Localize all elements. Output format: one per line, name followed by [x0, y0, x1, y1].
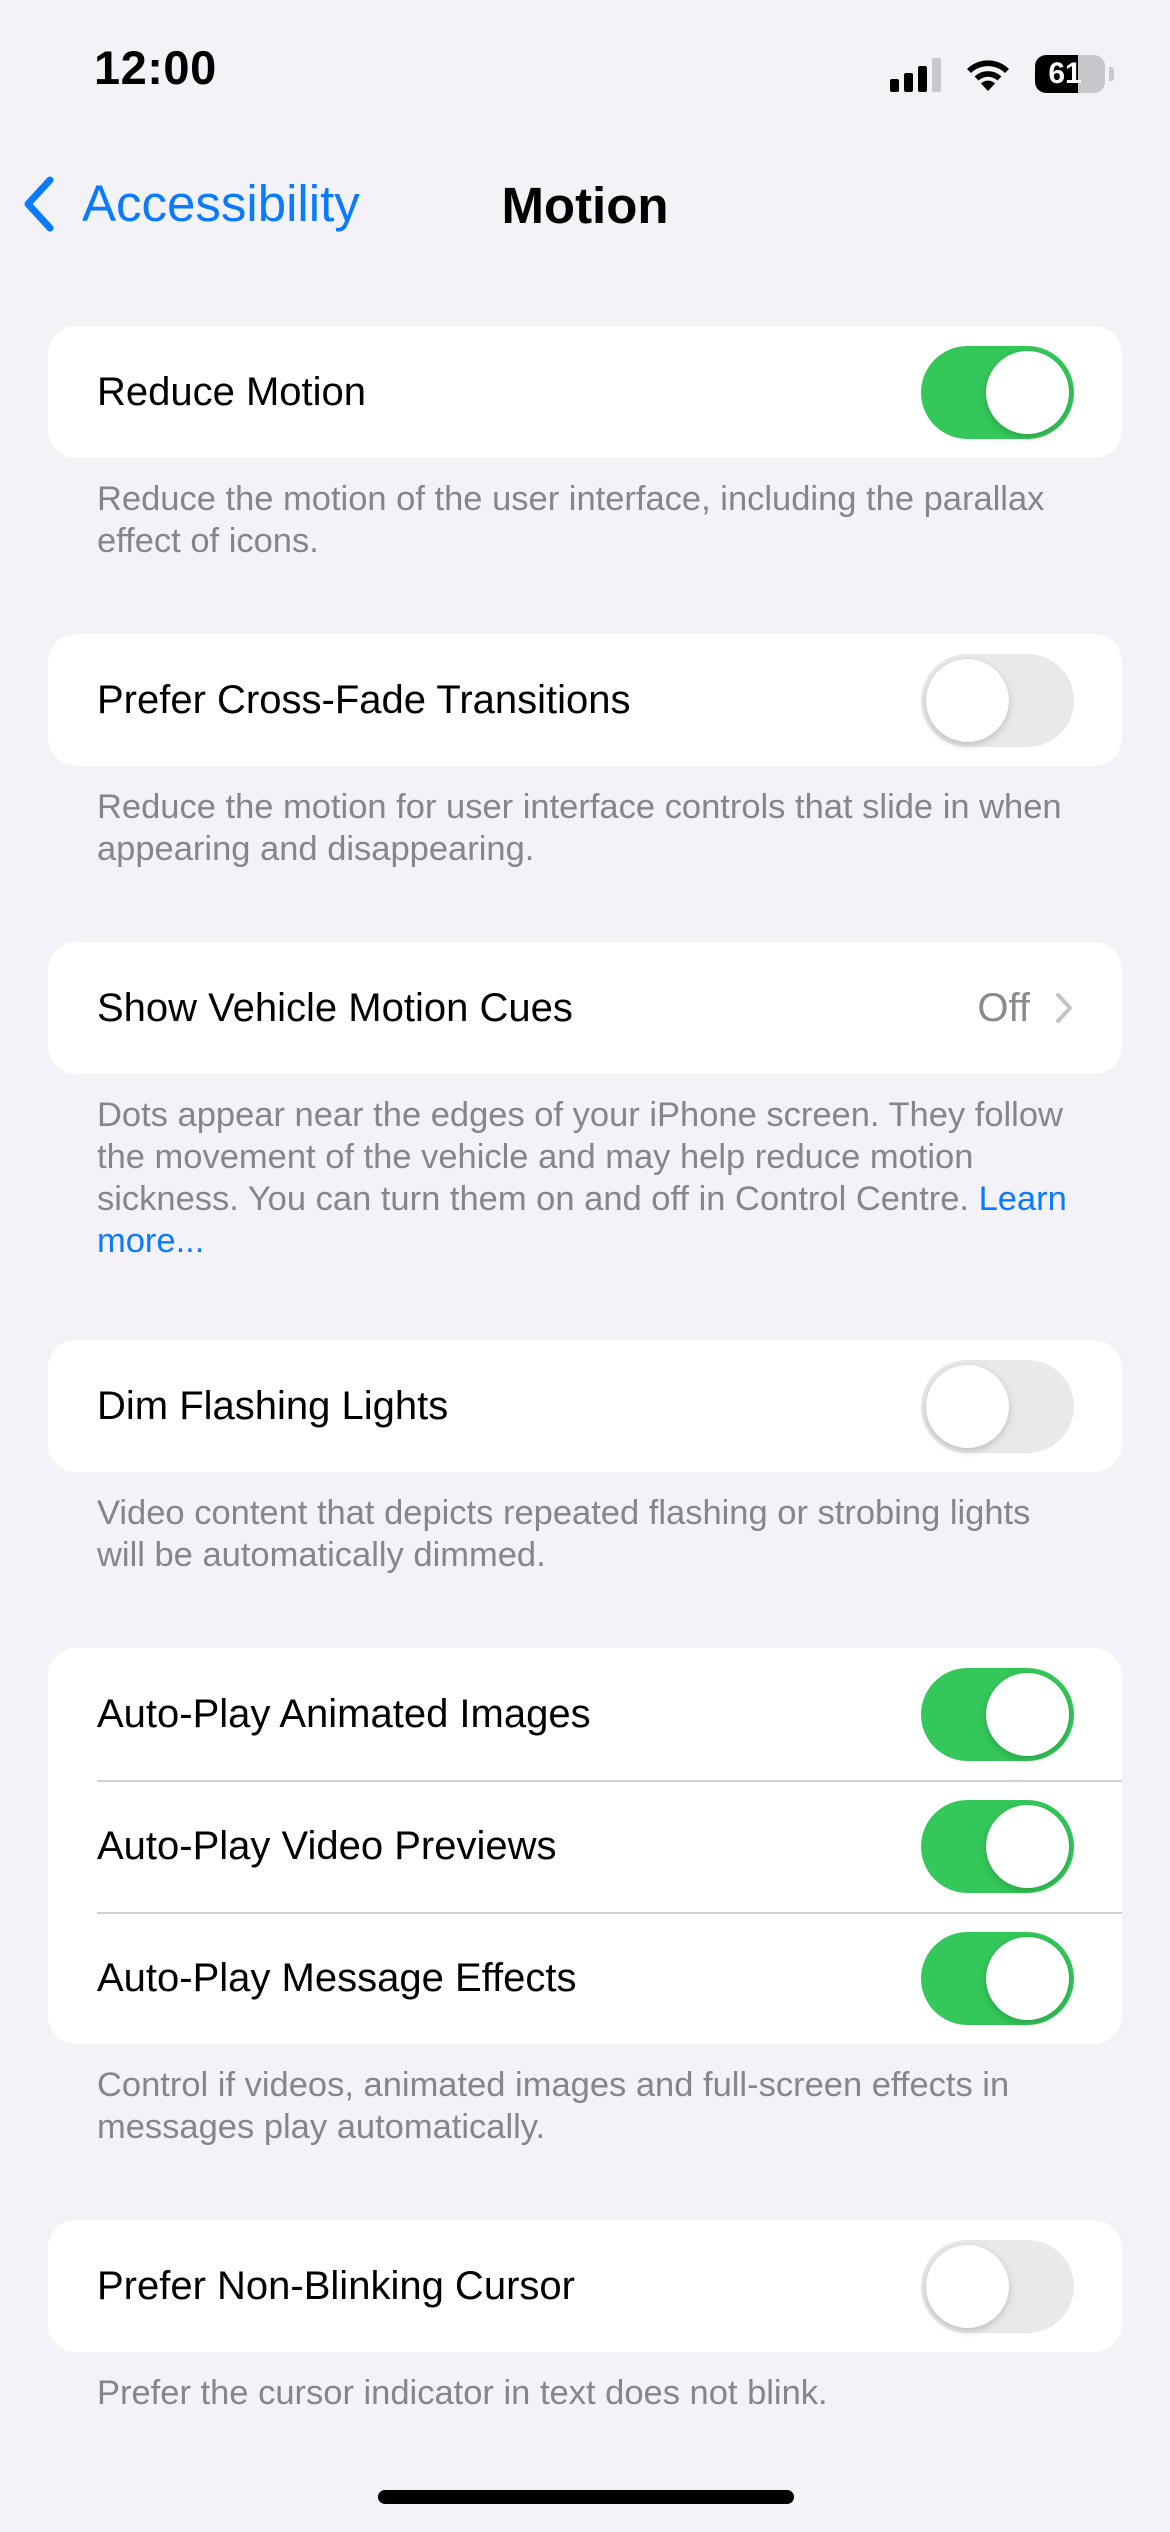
- dim-flashing-row: Dim Flashing Lights: [48, 1340, 1122, 1472]
- cross-fade-group: Prefer Cross-Fade Transitions: [48, 634, 1122, 766]
- vehicle-cues-value: Off: [977, 985, 1030, 1030]
- dim-flashing-footer: Video content that depicts repeated flas…: [97, 1494, 1031, 1574]
- battery-nub: [1109, 67, 1114, 81]
- cross-fade-row: Prefer Cross-Fade Transitions: [48, 634, 1122, 766]
- auto-play-animated-images-row: Auto-Play Animated Images: [48, 1648, 1122, 1780]
- cross-fade-toggle[interactable]: [921, 653, 1074, 747]
- reduce-motion-footer: Reduce the motion of the user interface,…: [97, 480, 1045, 560]
- vehicle-cues-label: Show Vehicle Motion Cues: [97, 985, 573, 1030]
- reduce-motion-row: Reduce Motion: [48, 326, 1122, 458]
- cellular-signal-icon: [890, 56, 941, 92]
- non-blinking-label: Prefer Non-Blinking Cursor: [97, 2263, 575, 2308]
- status-time: 12:00: [94, 41, 217, 94]
- reduce-motion-toggle[interactable]: [921, 345, 1074, 439]
- non-blinking-footer: Prefer the cursor indicator in text does…: [97, 2374, 828, 2412]
- status-icons: 61: [890, 52, 1114, 96]
- dim-flashing-label: Dim Flashing Lights: [97, 1383, 449, 1428]
- navigation-bar: Accessibility Motion: [0, 160, 1170, 252]
- auto-play-footer: Control if videos, animated images and f…: [97, 2066, 1010, 2146]
- chevron-right-icon: [1056, 993, 1072, 1023]
- page-title: Motion: [501, 177, 669, 234]
- dim-flashing-group: Dim Flashing Lights: [48, 1340, 1122, 1472]
- auto-play-animated-images-toggle[interactable]: [921, 1667, 1074, 1761]
- auto-play-animated-images-label: Auto-Play Animated Images: [97, 1691, 591, 1736]
- auto-play-video-previews-toggle[interactable]: [921, 1799, 1074, 1893]
- vehicle-cues-footer: Dots appear near the edges of your iPhon…: [48, 1074, 1122, 1262]
- cross-fade-footer: Reduce the motion for user interface con…: [97, 788, 1062, 868]
- auto-play-group: Auto-Play Animated Images Auto-Play Vide…: [48, 1648, 1122, 2044]
- non-blinking-toggle[interactable]: [921, 2239, 1074, 2333]
- auto-play-message-effects-toggle[interactable]: [921, 1931, 1074, 2025]
- battery-level: 61: [1048, 57, 1082, 90]
- non-blinking-row: Prefer Non-Blinking Cursor: [48, 2220, 1122, 2352]
- status-bar: 12:00 61: [0, 0, 1170, 150]
- vehicle-cues-footer-text: Dots appear near the edges of your iPhon…: [97, 1096, 1063, 1218]
- cross-fade-label: Prefer Cross-Fade Transitions: [97, 677, 631, 722]
- home-indicator[interactable]: [378, 2490, 794, 2504]
- dim-flashing-toggle[interactable]: [921, 1359, 1074, 1453]
- auto-play-message-effects-label: Auto-Play Message Effects: [97, 1955, 577, 2000]
- auto-play-video-previews-label: Auto-Play Video Previews: [97, 1823, 557, 1868]
- settings-list: Reduce Motion Reduce the motion of the u…: [48, 326, 1122, 2414]
- auto-play-video-previews-row: Auto-Play Video Previews: [48, 1780, 1122, 1912]
- non-blinking-group: Prefer Non-Blinking Cursor: [48, 2220, 1122, 2352]
- battery-icon: 61: [1035, 55, 1105, 93]
- vehicle-cues-row[interactable]: Show Vehicle Motion Cues Off: [48, 942, 1122, 1074]
- wifi-icon: [967, 60, 1009, 91]
- vehicle-cues-group: Show Vehicle Motion Cues Off: [48, 942, 1122, 1074]
- auto-play-message-effects-row: Auto-Play Message Effects: [48, 1912, 1122, 2044]
- reduce-motion-group: Reduce Motion: [48, 326, 1122, 458]
- reduce-motion-label: Reduce Motion: [97, 369, 367, 414]
